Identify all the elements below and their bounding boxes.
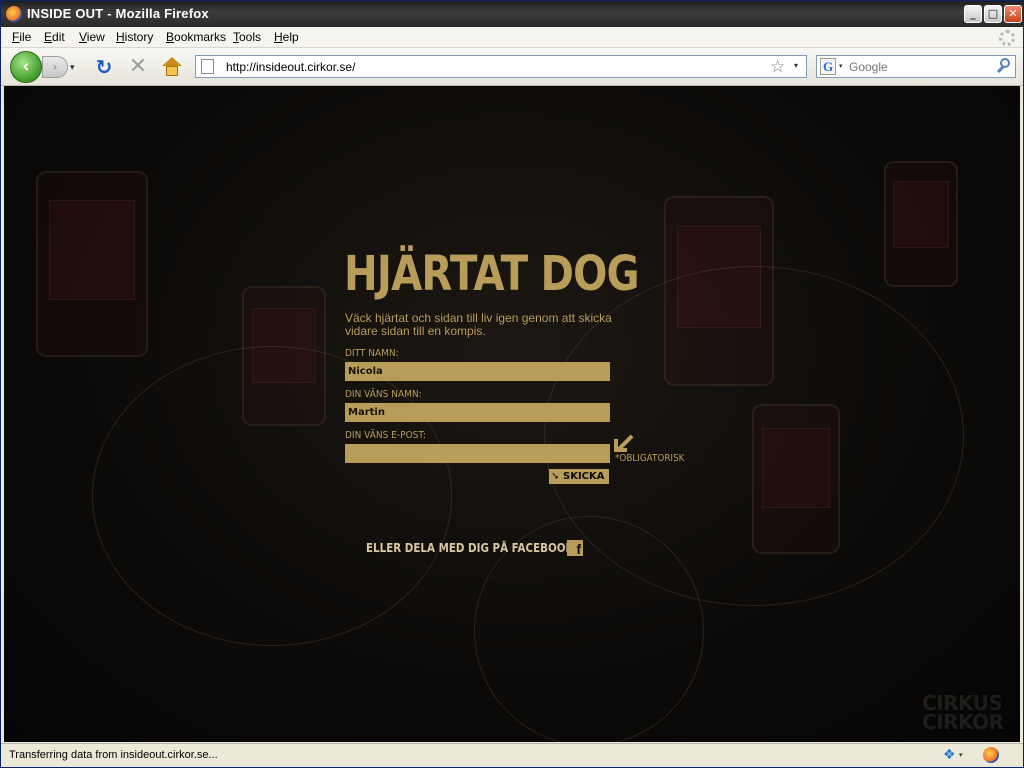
addon-dropdown-icon[interactable]: ▾ bbox=[959, 751, 963, 759]
address-url[interactable]: http://insideout.cirkor.se/ bbox=[226, 60, 355, 74]
browser-window: INSIDE OUT - Mozilla Firefox _ □ ✕ File … bbox=[0, 0, 1024, 768]
search-bar: G ▾ bbox=[816, 55, 1016, 78]
reload-button[interactable]: ↻ bbox=[94, 57, 114, 77]
firefox-icon bbox=[6, 6, 22, 22]
menu-file[interactable]: File bbox=[12, 30, 31, 44]
history-dropdown-icon[interactable]: ▾ bbox=[70, 63, 80, 73]
facebook-share-link[interactable]: ELLER DELA MED DIG PÅ FACEBOOK bbox=[366, 541, 574, 555]
friend-email-input[interactable] bbox=[345, 444, 610, 463]
page-title: HJÄRTAT DOG bbox=[344, 246, 640, 302]
page-content: HJÄRTAT DOG Väck hjärtat och sidan till … bbox=[4, 86, 1020, 742]
required-arrow-icon bbox=[613, 433, 634, 453]
stop-button[interactable]: ✕ bbox=[128, 56, 148, 78]
status-text: Transferring data from insideout.cirkor.… bbox=[9, 749, 218, 761]
close-button[interactable]: ✕ bbox=[1004, 5, 1022, 23]
submit-button[interactable]: ➘ SKICKA bbox=[549, 469, 609, 484]
loading-throbber-icon bbox=[999, 30, 1015, 46]
search-go-icon[interactable] bbox=[996, 58, 1013, 74]
window-title: INSIDE OUT - Mozilla Firefox bbox=[27, 6, 209, 21]
google-engine-icon[interactable]: G bbox=[820, 58, 836, 75]
your-name-label: DITT NAMN: bbox=[345, 348, 399, 359]
back-button[interactable]: ‹ bbox=[10, 51, 42, 83]
title-bar: INSIDE OUT - Mozilla Firefox _ □ ✕ bbox=[1, 1, 1023, 27]
menu-bar: File Edit View History Bookmarks Tools H… bbox=[1, 27, 1023, 48]
forward-button[interactable]: › bbox=[42, 56, 68, 78]
blood-bag-decoration bbox=[36, 171, 148, 357]
menu-history[interactable]: History bbox=[116, 30, 153, 44]
menu-view[interactable]: View bbox=[79, 30, 105, 44]
search-input[interactable] bbox=[849, 58, 989, 75]
facebook-icon[interactable]: f bbox=[567, 540, 583, 557]
status-bar: Transferring data from insideout.cirkor.… bbox=[1, 743, 1023, 767]
address-bar[interactable]: http://insideout.cirkor.se/ ☆ ▾ bbox=[195, 55, 807, 78]
menu-help[interactable]: Help bbox=[274, 30, 299, 44]
required-note: *OBLIGATORISK bbox=[615, 453, 685, 464]
blood-bag-decoration bbox=[884, 161, 958, 287]
send-arrow-icon: ➘ bbox=[551, 471, 560, 482]
address-dropdown-icon[interactable]: ▾ bbox=[794, 61, 798, 70]
menu-edit[interactable]: Edit bbox=[44, 30, 65, 44]
intro-text: Väck hjärtat och sidan till liv igen gen… bbox=[345, 311, 612, 338]
firefox-status-icon[interactable] bbox=[983, 747, 999, 763]
addon-icon[interactable]: ❖ bbox=[943, 748, 958, 763]
friend-name-input[interactable] bbox=[345, 403, 610, 422]
bookmark-star-icon[interactable]: ☆ bbox=[770, 57, 785, 77]
home-button[interactable] bbox=[161, 57, 183, 77]
maximize-button[interactable]: □ bbox=[984, 5, 1002, 23]
menu-bookmarks[interactable]: Bookmarks bbox=[166, 30, 226, 44]
page-icon bbox=[201, 59, 214, 74]
your-name-input[interactable] bbox=[345, 362, 610, 381]
navigation-toolbar: ‹ › ▾ ↻ ✕ http://insideout.cirkor.se/ ☆ … bbox=[1, 48, 1023, 86]
friend-name-label: DIN VÄNS NAMN: bbox=[345, 389, 422, 400]
friend-email-label: DIN VÄNS E-POST: bbox=[345, 430, 426, 441]
cirkus-cirkor-logo[interactable]: CIRKUS CIRKOR bbox=[922, 693, 1004, 732]
home-icon bbox=[162, 57, 182, 66]
engine-dropdown-icon[interactable]: ▾ bbox=[839, 62, 843, 70]
menu-tools[interactable]: Tools bbox=[233, 30, 261, 44]
minimize-button[interactable]: _ bbox=[964, 5, 982, 23]
submit-label: SKICKA bbox=[563, 471, 605, 482]
